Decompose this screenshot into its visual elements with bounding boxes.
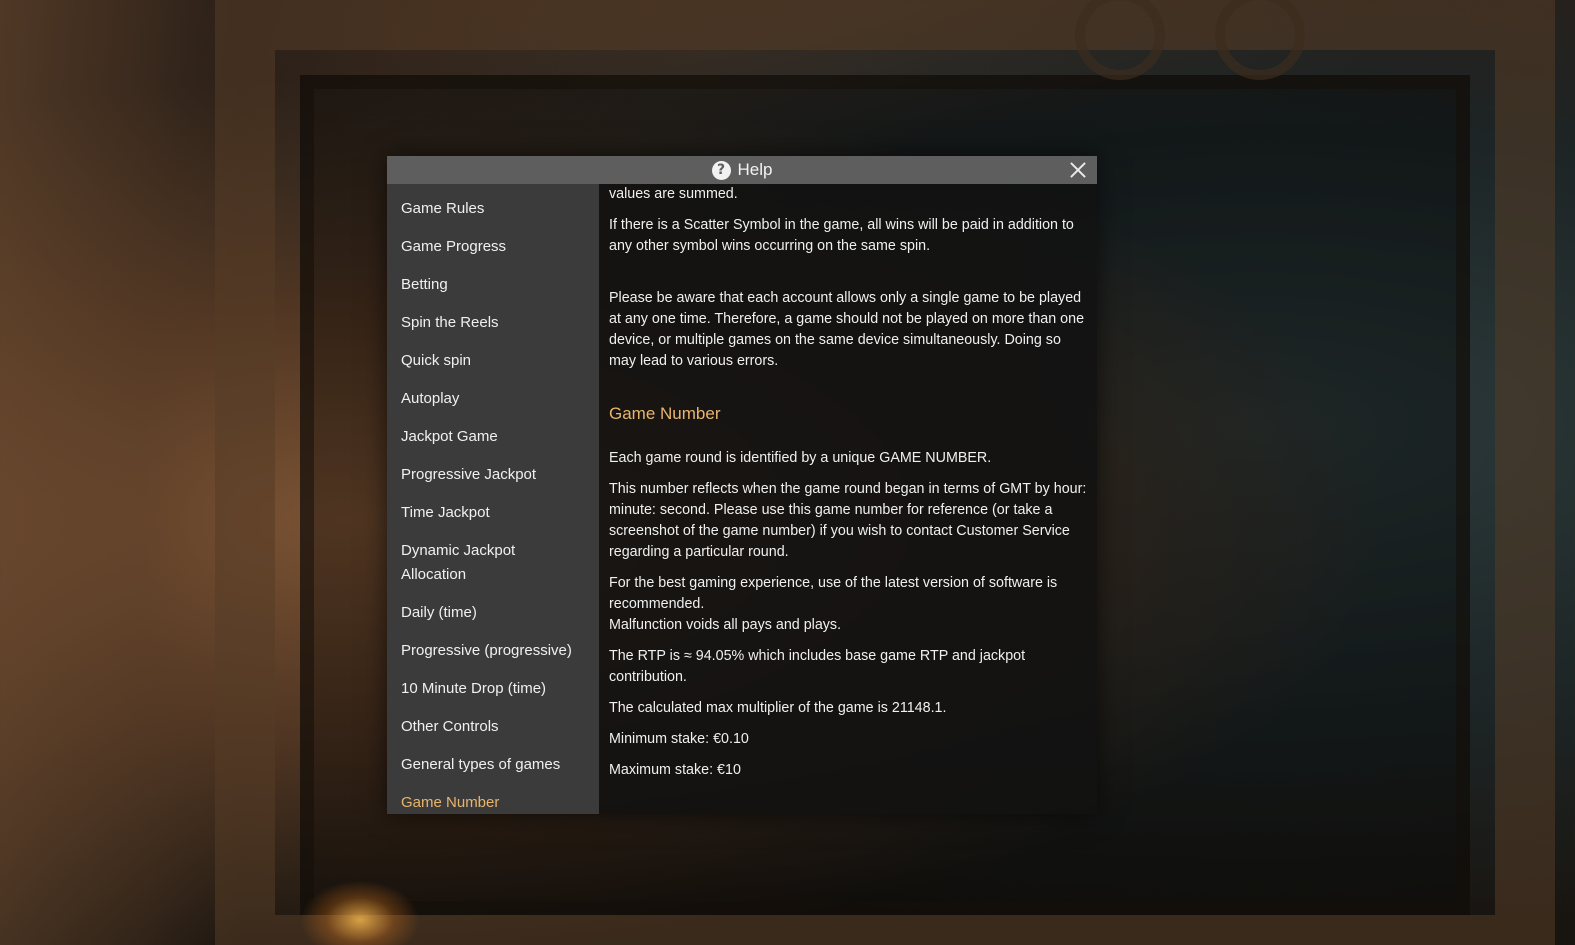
sidebar-item-daily-time[interactable]: Daily (time) — [387, 594, 587, 632]
content-paragraph: The calculated max multiplier of the gam… — [609, 700, 947, 716]
help-dialog: ? Help Game Rules Game Progress Betting … — [387, 156, 1097, 814]
content-paragraph: Each game round is identified by a uniqu… — [609, 450, 992, 466]
content-paragraph: Malfunction voids all pays and plays. — [609, 617, 842, 633]
background-torch-glow — [300, 880, 420, 945]
section-heading-game-number: Game Number — [609, 404, 721, 423]
content-paragraph: Maximum stake: €10 — [609, 762, 741, 778]
sidebar-item-game-rules[interactable]: Game Rules — [387, 190, 587, 228]
content-paragraph: If there is a Scatter Symbol in the game… — [609, 217, 1074, 254]
sidebar-item-game-progress[interactable]: Game Progress — [387, 228, 587, 266]
dialog-title-text: Help — [737, 160, 773, 179]
content-paragraph: This number reflects when the game round… — [609, 481, 1087, 560]
content-paragraph: Minimum stake: €0.10 — [609, 731, 749, 747]
sidebar-item-other-controls[interactable]: Other Controls — [387, 708, 587, 746]
sidebar-item-betting[interactable]: Betting — [387, 266, 587, 304]
sidebar-item-progressive-jackpot[interactable]: Progressive Jackpot — [387, 456, 587, 494]
help-sidebar: Game Rules Game Progress Betting Spin th… — [387, 184, 599, 814]
sidebar-item-jackpot-game[interactable]: Jackpot Game — [387, 418, 587, 456]
sidebar-item-time-jackpot[interactable]: Time Jackpot — [387, 494, 587, 532]
content-paragraph: values are summed. — [609, 186, 738, 202]
sidebar-item-10-minute-drop[interactable]: 10 Minute Drop (time) — [387, 670, 587, 708]
sidebar-item-general-types-of-games[interactable]: General types of games — [387, 746, 587, 784]
background-stone-pillar — [0, 0, 240, 945]
question-circle-icon: ? — [711, 160, 731, 180]
sidebar-item-dynamic-jackpot-allocation[interactable]: Dynamic Jackpot Allocation — [387, 532, 587, 594]
sidebar-item-quick-spin[interactable]: Quick spin — [387, 342, 587, 380]
sidebar-item-autoplay[interactable]: Autoplay — [387, 380, 587, 418]
content-paragraph: Please be aware that each account allows… — [609, 290, 1085, 369]
help-content: values are summed. If there is a Scatter… — [609, 184, 1089, 814]
close-icon[interactable] — [1069, 161, 1087, 179]
content-paragraph: The RTP is ≈ 94.05% which includes base … — [609, 648, 1026, 685]
sidebar-item-spin-the-reels[interactable]: Spin the Reels — [387, 304, 587, 342]
dialog-title: ? Help — [711, 160, 773, 180]
sidebar-item-game-number[interactable]: Game Number — [387, 784, 587, 822]
content-paragraph: For the best gaming experience, use of t… — [609, 575, 1058, 612]
dialog-titlebar: ? Help — [387, 156, 1097, 184]
sidebar-item-progressive-progressive[interactable]: Progressive (progressive) — [387, 632, 587, 670]
